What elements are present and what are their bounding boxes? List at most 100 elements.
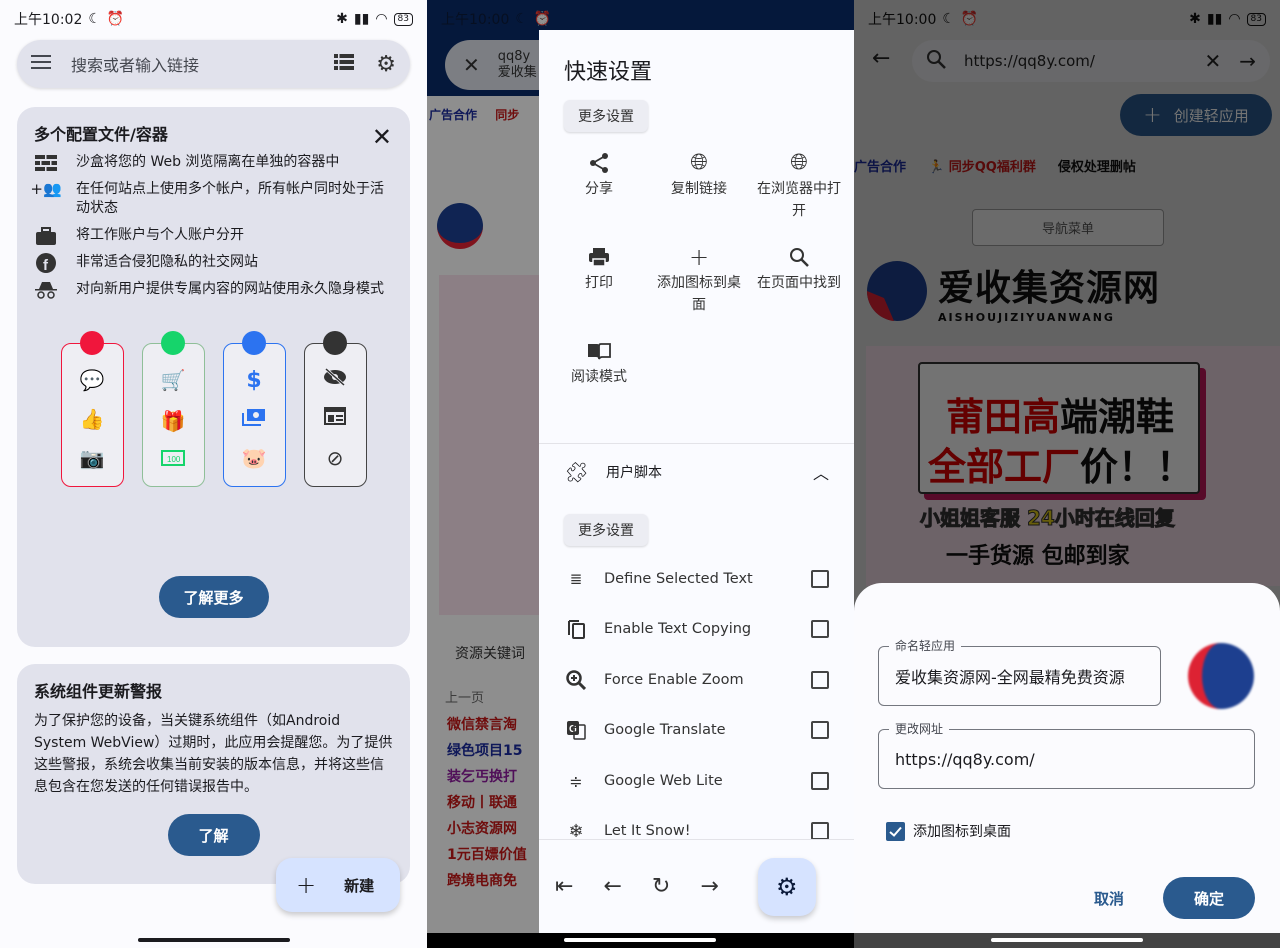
userscripts-more-settings-button[interactable]: 更多设置 (564, 514, 648, 546)
screen-create-webapp: 上午10:00☾⏰ ✱▮▮◠83 ← https://qq8y.com/ ✕ →… (854, 0, 1280, 948)
section-title: 用户脚本 (606, 465, 662, 481)
signal-icon: ▮▮ (353, 11, 370, 27)
wall-icon (34, 153, 58, 172)
more-settings-button[interactable]: 更多设置 (564, 100, 648, 132)
quick-action-share[interactable]: 分享 (549, 150, 649, 222)
field-label: 更改网址 (889, 720, 950, 737)
checkbox[interactable] (811, 620, 829, 638)
settings-button[interactable]: ⚙ (757, 857, 816, 916)
forward-icon[interactable]: → (700, 874, 718, 899)
userscript-row[interactable]: Force Enable Zoom (564, 666, 829, 694)
plus-icon: + (688, 243, 710, 271)
search-bar[interactable]: 搜索或者输入链接 ⚙ (17, 40, 410, 88)
card-title: 多个配置文件/容器 (34, 125, 168, 144)
bluetooth-icon: ✱ (336, 11, 348, 27)
cancel-button[interactable]: 取消 (1094, 888, 1124, 909)
menu-icon[interactable] (31, 53, 53, 75)
userscript-row[interactable]: G Google Translate (564, 716, 829, 744)
print-icon (588, 244, 610, 270)
color-dot (80, 331, 104, 355)
search-input[interactable]: 搜索或者输入链接 (71, 52, 334, 76)
facebook-icon: f (34, 252, 58, 273)
confirm-button[interactable]: 确定 (1163, 877, 1255, 919)
quick-action-find-in-page[interactable]: 在页面中找到 (749, 244, 849, 316)
first-page-icon[interactable]: ⇤ (555, 874, 573, 899)
quick-action-add-to-home[interactable]: + 添加图标到桌面 (649, 244, 749, 316)
gift-icon: 🎁 (160, 408, 186, 433)
userscript-row[interactable]: ≣ Define Selected Text (564, 565, 829, 593)
puzzle-icon: 🧩︎ (564, 460, 590, 484)
container-illustration: 💬 👍 📷 🛒 🎁 100 $ 🐷 ⊘ (34, 331, 393, 487)
checkbox[interactable] (811, 772, 829, 790)
feature-item: f 非常适合侵犯隐私的社交网站 (34, 252, 393, 273)
container-box-dark: ⊘ (303, 331, 367, 487)
app-name-field[interactable]: 命名轻应用 爱收集资源网-全网最精免费资源 (878, 637, 1161, 706)
zoom-in-icon (564, 670, 588, 690)
cart-icon: 🛒 (160, 368, 186, 393)
home-indicator[interactable] (991, 938, 1143, 942)
checkbox[interactable] (811, 822, 829, 840)
back-icon[interactable]: ← (603, 874, 621, 899)
incognito-icon (323, 331, 347, 355)
color-dot (161, 331, 185, 355)
quick-action-print[interactable]: 打印 (549, 244, 649, 316)
screen-home: 上午10:02 ☾ ⏰ ✱ ▮▮ ◠ 83 搜索或者输入链接 ⚙ 多个配置文件/容器 ✕ … (0, 0, 427, 948)
camera-icon: 📷 (79, 446, 105, 471)
screen-quick-settings: 上午10:00 ☾ ⏰ ✕ qq8y 爱收集 广告合作 同步 资源关键词 上一页 微信… (427, 0, 854, 948)
chat-icon: 💬 (79, 367, 105, 392)
checkbox-checked[interactable] (886, 821, 905, 841)
url-field[interactable]: 更改网址 https://qq8y.com/ (878, 720, 1255, 789)
compress-icon: ≑ (569, 771, 583, 791)
feature-item: 将工作账户与个人账户分开 (34, 226, 393, 245)
list-icon[interactable] (334, 54, 355, 74)
money-icon: 100 (161, 449, 185, 470)
userscript-row[interactable]: ≑ Google Web Lite (564, 767, 829, 795)
translate-icon: G (564, 720, 588, 740)
app-name-input[interactable]: 爱收集资源网-全网最精免费资源 (895, 664, 1125, 688)
quick-action-reader-mode[interactable]: 阅读模式 (549, 338, 649, 388)
thumbs-up-icon: 👍 (79, 406, 105, 431)
userscript-row[interactable]: Enable Text Copying (564, 615, 829, 643)
quick-action-copy-link[interactable]: 🌐︎ 复制链接 (649, 150, 749, 222)
quick-actions-grid: 分享 🌐︎ 复制链接 🌐︎ 在浏览器中打开 打印 + 添加图标到桌面 在页面中找到 阅… (549, 150, 849, 388)
newspaper-icon (324, 406, 346, 429)
alarm-icon: ⏰ (106, 11, 125, 27)
battery-icon: 83 (393, 12, 413, 26)
status-bar: 上午10:02 ☾ ⏰ ✱ ▮▮ ◠ 83 (0, 0, 427, 38)
define-text-icon: ≣ (569, 570, 583, 588)
dollar-icon: $ (246, 367, 262, 393)
update-alert-card: 系统组件更新警报 为了保护您的设备，当关键系统组件（如Android Syste… (17, 664, 410, 884)
feature-item: +👥 在任何站点上使用多个帐户，所有帐户同时处于活动状态 (30, 180, 384, 216)
userscripts-header[interactable]: 🧩︎ 用户脚本 ︿ (564, 460, 829, 484)
understand-button[interactable]: 了解 (167, 814, 260, 856)
color-dot (242, 331, 266, 355)
checkbox[interactable] (811, 570, 829, 588)
feature-item: 对向新用户提供专属内容的网站使用永久隐身模式 (34, 280, 393, 299)
checkbox[interactable] (811, 721, 829, 739)
home-indicator[interactable] (564, 938, 716, 942)
search-icon (789, 244, 809, 270)
chevron-up-icon[interactable]: ︿ (813, 460, 829, 484)
feature-item: 沙盒将您的 Web 浏览隔离在单独的容器中 (34, 153, 393, 172)
url-input[interactable]: https://qq8y.com/ (895, 750, 1035, 769)
learn-more-button[interactable]: 了解更多 (158, 576, 269, 618)
quick-action-open-browser[interactable]: 🌐︎ 在浏览器中打开 (749, 150, 849, 222)
app-icon-preview[interactable] (1188, 643, 1254, 709)
card-title: 系统组件更新警报 (34, 682, 163, 701)
share-icon (588, 150, 610, 176)
globe-icon: 🌐︎ (690, 150, 708, 175)
checkbox[interactable] (811, 671, 829, 689)
briefcase-icon (34, 226, 58, 245)
group-add-icon: +👥 (30, 180, 62, 198)
globe-icon: 🌐︎ (790, 150, 808, 175)
close-icon[interactable]: ✕ (372, 123, 392, 151)
add-to-home-checkbox[interactable]: 添加图标到桌面 (886, 821, 1011, 841)
refresh-icon[interactable]: ↻ (652, 874, 670, 899)
eye-off-icon (323, 368, 347, 390)
new-fab-button[interactable]: + 新建 (276, 858, 400, 912)
plus-icon: + (296, 871, 317, 899)
gear-icon[interactable]: ⚙ (376, 52, 396, 77)
home-indicator[interactable] (137, 938, 290, 942)
profiles-card: 多个配置文件/容器 ✕ 沙盒将您的 Web 浏览隔离在单独的容器中 +👥 在任何站… (17, 107, 410, 647)
wifi-icon: ◠ (375, 11, 388, 27)
